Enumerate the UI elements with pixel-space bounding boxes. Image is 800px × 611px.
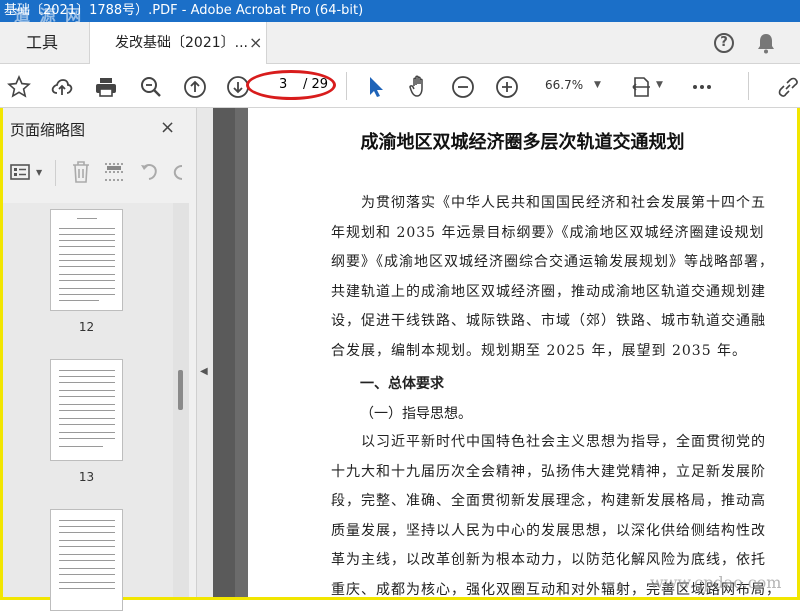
zoom-search-icon[interactable] bbox=[139, 75, 163, 99]
upload-cloud-icon[interactable] bbox=[50, 75, 74, 99]
document-page: 成渝地区双城经济圈多层次轨道交通规划 为贯彻落实《中华人民共和国国民经济和社会发… bbox=[248, 108, 797, 597]
text-line: 十九大和十九届历次全会精神，弘扬伟大建党精神，立足新发展阶 bbox=[331, 463, 766, 480]
zoom-value: 66.7% bbox=[545, 78, 584, 92]
text-line: 设，促进干线铁路、城际铁路、市域（郊）铁路、城市轨道交通融 bbox=[331, 313, 766, 330]
text-line: 为贯彻落实《中华人民共和国国民经济和社会发展第十四个五 bbox=[361, 195, 766, 211]
tab-close-icon[interactable]: × bbox=[249, 35, 262, 51]
thumbnail-options-icon[interactable] bbox=[10, 163, 34, 183]
page-fit-icon[interactable] bbox=[630, 75, 654, 99]
tab-document[interactable]: 发改基础〔2021〕... bbox=[89, 22, 267, 65]
pointer-icon[interactable] bbox=[364, 75, 388, 99]
thumbnail-label: 12 bbox=[78, 320, 95, 334]
chevron-down-icon: ▼ bbox=[594, 80, 601, 90]
zoom-out-icon[interactable] bbox=[451, 75, 475, 99]
section-heading: 一、总体要求 bbox=[360, 376, 444, 392]
pane-splitter[interactable] bbox=[196, 108, 214, 597]
text-line: 合发展，编制本规划。规划期至 2025 年，展望到 2035 年。 bbox=[331, 342, 748, 359]
sidebar-divider bbox=[55, 160, 56, 186]
document-title: 成渝地区双城经济圈多层次轨道交通规划 bbox=[360, 132, 685, 153]
extract-page-icon[interactable] bbox=[103, 160, 125, 184]
tab-document-label: 发改基础〔2021〕... bbox=[115, 35, 248, 51]
thumbnail-page[interactable] bbox=[50, 509, 123, 611]
paragraph-intro: 为贯彻落实《中华人民共和国国民经济和社会发展第十四个五 年规划和 2035 年远… bbox=[331, 189, 774, 367]
link-icon[interactable] bbox=[776, 75, 800, 99]
page-fit-caret-icon[interactable]: ▼ bbox=[656, 80, 663, 90]
zoom-in-icon[interactable] bbox=[495, 75, 519, 99]
arrow-up-icon[interactable] bbox=[183, 75, 207, 99]
text-line: 年规划和 2035 年远景目标纲要》《成渝地区双城经济圈建设规划 bbox=[331, 224, 765, 241]
thumbnail-options-caret-icon[interactable]: ▼ bbox=[36, 168, 42, 177]
page-shadow bbox=[213, 108, 235, 597]
toolbar-divider bbox=[346, 72, 347, 100]
text-line: 革为主线，以改革创新为根本动力，以防范化解风险为底线，依托 bbox=[331, 552, 766, 569]
sidebar-title: 页面缩略图 bbox=[10, 121, 86, 139]
hand-icon[interactable] bbox=[407, 74, 431, 98]
rotate-left-icon[interactable] bbox=[138, 160, 160, 184]
window-titlebar: 基础〔2021〕1788号）.PDF - Adobe Acrobat Pro (… bbox=[0, 0, 800, 22]
more-icon[interactable] bbox=[690, 75, 714, 99]
print-icon[interactable] bbox=[94, 75, 118, 99]
paragraph-guiding: 以习近平新时代中国特色社会主义思想为指导，全面贯彻党的 十九大和十九届历次全会精… bbox=[331, 428, 780, 597]
text-line: 纲要》《成渝地区双城经济圈综合交通运输发展规划》等战略部署， bbox=[331, 254, 774, 271]
thumbnail-page[interactable] bbox=[50, 209, 123, 311]
sidebar-close-icon[interactable]: × bbox=[160, 117, 175, 138]
tab-bar: 工具 发改基础〔2021〕... × bbox=[0, 22, 800, 65]
text-line: 以习近平新时代中国特色社会主义思想为指导，全面贯彻党的 bbox=[361, 434, 766, 450]
delete-page-icon[interactable] bbox=[70, 160, 92, 184]
tab-tools[interactable]: 工具 bbox=[10, 22, 88, 64]
toolbar-divider bbox=[748, 72, 749, 100]
watermark-bottom: www.cpdao.com bbox=[650, 573, 782, 592]
thumbnail-label: 13 bbox=[78, 470, 95, 484]
text-line: 质量发展，坚持以人民为中心的发展思想，以深化供给侧结构性改 bbox=[331, 522, 766, 539]
bell-icon[interactable] bbox=[756, 32, 776, 54]
thumbnail-page[interactable] bbox=[50, 359, 123, 461]
star-icon[interactable] bbox=[7, 75, 31, 99]
sidebar-scroll-thumb[interactable] bbox=[178, 370, 183, 410]
highlight-ellipse bbox=[246, 70, 336, 100]
rotate-right-icon[interactable] bbox=[170, 160, 184, 184]
collapse-sidebar-icon[interactable]: ◀ bbox=[200, 366, 208, 377]
text-line: 段，完整、准确、全面贯彻新发展理念，构建新发展格局，推动高 bbox=[331, 493, 766, 510]
main-toolbar bbox=[0, 64, 800, 108]
subsection-heading: （一）指导思想。 bbox=[360, 406, 472, 422]
text-line: 共建轨道上的成渝地区双城经济圈，推动成渝地区轨道交通规划建 bbox=[331, 283, 766, 300]
help-icon[interactable]: ? bbox=[714, 33, 734, 53]
